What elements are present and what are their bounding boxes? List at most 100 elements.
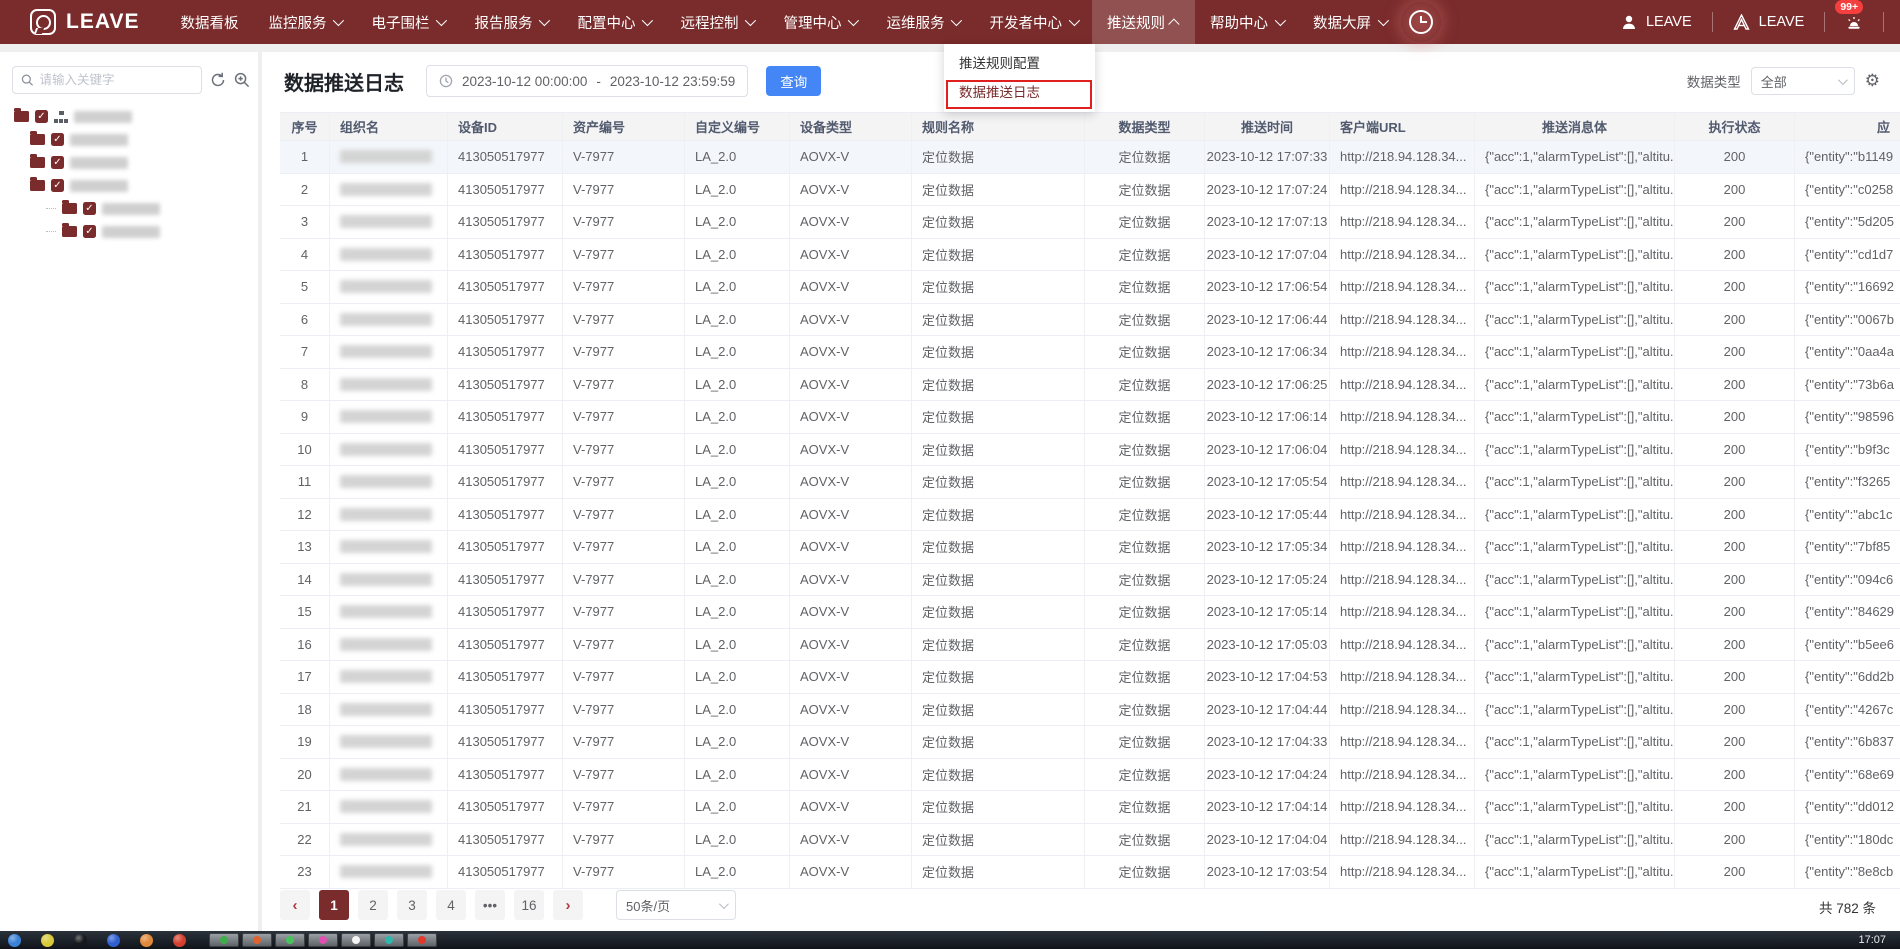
- cell-exec-status: 200: [1675, 694, 1795, 726]
- tree-checkbox-checked[interactable]: ✓: [83, 202, 96, 215]
- taskbar-app-blue-window[interactable]: [107, 934, 120, 947]
- page-button-4[interactable]: 4: [436, 890, 466, 920]
- date-range-picker[interactable]: 2023-10-12 00:00:00 - 2023-10-12 23:59:5…: [426, 65, 748, 97]
- table-row[interactable]: 10413050517977V-7977LA_2.0AOVX-V定位数据定位数据…: [280, 434, 1900, 467]
- table-row[interactable]: 19413050517977V-7977LA_2.0AOVX-V定位数据定位数据…: [280, 726, 1900, 759]
- taskbar-app-black[interactable]: [74, 934, 87, 947]
- table-row[interactable]: 7413050517977V-7977LA_2.0AOVX-V定位数据定位数据2…: [280, 336, 1900, 369]
- nav-item-3[interactable]: 电子围栏: [356, 0, 459, 44]
- taskbar-window-pink-blue[interactable]: [308, 933, 338, 947]
- tree-checkbox-checked[interactable]: ✓: [51, 156, 64, 169]
- tree-node-4[interactable]: ✓: [0, 175, 258, 196]
- data-type-select[interactable]: 全部: [1751, 67, 1855, 95]
- app-logo[interactable]: LEAVE: [0, 9, 165, 35]
- cell-device-id: 413050517977: [448, 401, 563, 433]
- table-row[interactable]: 1413050517977V-7977LA_2.0AOVX-V定位数据定位数据2…: [280, 141, 1900, 174]
- page-size-select[interactable]: 50条/页: [616, 890, 736, 920]
- next-page-button[interactable]: ›: [553, 890, 583, 920]
- table-row[interactable]: 13413050517977V-7977LA_2.0AOVX-V定位数据定位数据…: [280, 531, 1900, 564]
- nav-item-9[interactable]: 开发者中心: [974, 0, 1092, 44]
- table-row[interactable]: 12413050517977V-7977LA_2.0AOVX-V定位数据定位数据…: [280, 499, 1900, 532]
- taskbar-window-color-waves[interactable]: [242, 933, 272, 947]
- dropdown-item-2[interactable]: 数据推送日志: [944, 78, 1095, 107]
- table-row[interactable]: 9413050517977V-7977LA_2.0AOVX-V定位数据定位数据2…: [280, 401, 1900, 434]
- table-row[interactable]: 8413050517977V-7977LA_2.0AOVX-V定位数据定位数据2…: [280, 369, 1900, 402]
- tree-checkbox-checked[interactable]: ✓: [35, 110, 48, 123]
- table-row[interactable]: 22413050517977V-7977LA_2.0AOVX-V定位数据定位数据…: [280, 824, 1900, 857]
- table-row[interactable]: 4413050517977V-7977LA_2.0AOVX-V定位数据定位数据2…: [280, 239, 1900, 272]
- user-menu[interactable]: LEAVE: [1601, 12, 1712, 32]
- tree-search-input[interactable]: [40, 73, 194, 87]
- taskbar-window-teal[interactable]: [374, 933, 404, 947]
- page-button-3[interactable]: 3: [397, 890, 427, 920]
- tree-node-1[interactable]: ✓: [0, 106, 258, 127]
- dropdown-item-1[interactable]: 推送规则配置: [944, 49, 1095, 78]
- table-row[interactable]: 11413050517977V-7977LA_2.0AOVX-V定位数据定位数据…: [280, 466, 1900, 499]
- tree-node-6[interactable]: ✓: [0, 221, 258, 242]
- cell-rule-name: 定位数据: [912, 824, 1085, 856]
- taskbar-window-white-dot[interactable]: [341, 933, 371, 947]
- history-button[interactable]: [1401, 2, 1441, 42]
- taskbar-window-green-arrow[interactable]: [209, 933, 239, 947]
- taskbar-window-green-dot[interactable]: [275, 933, 305, 947]
- tree-node-3[interactable]: ✓: [0, 152, 258, 173]
- tree-checkbox-checked[interactable]: ✓: [51, 179, 64, 192]
- zoom-in-icon[interactable]: [234, 72, 250, 88]
- tree-checkbox-checked[interactable]: ✓: [83, 225, 96, 238]
- org-menu[interactable]: LEAVE: [1712, 12, 1825, 32]
- page-button-1[interactable]: 1: [319, 890, 349, 920]
- tree-node-5[interactable]: ✓: [0, 198, 258, 219]
- table-row[interactable]: 15413050517977V-7977LA_2.0AOVX-V定位数据定位数据…: [280, 596, 1900, 629]
- alarm-menu[interactable]: 99+: [1824, 12, 1883, 32]
- table-row[interactable]: 20413050517977V-7977LA_2.0AOVX-V定位数据定位数据…: [280, 759, 1900, 792]
- taskbar-window-red-dot[interactable]: [407, 933, 437, 947]
- table-row[interactable]: 6413050517977V-7977LA_2.0AOVX-V定位数据定位数据2…: [280, 304, 1900, 337]
- tree-search-box[interactable]: [12, 66, 202, 94]
- page-ellipsis[interactable]: •••: [475, 890, 505, 920]
- nav-item-5[interactable]: 配置中心: [562, 0, 665, 44]
- page-button-16[interactable]: 16: [514, 890, 544, 920]
- table-row[interactable]: 21413050517977V-7977LA_2.0AOVX-V定位数据定位数据…: [280, 791, 1900, 824]
- prev-page-button[interactable]: ‹: [280, 890, 310, 920]
- nav-item-4[interactable]: 报告服务: [459, 0, 562, 44]
- table-row[interactable]: 18413050517977V-7977LA_2.0AOVX-V定位数据定位数据…: [280, 694, 1900, 727]
- language-menu[interactable]: [1883, 12, 1900, 32]
- cell-device-id: 413050517977: [448, 726, 563, 758]
- table-row[interactable]: 17413050517977V-7977LA_2.0AOVX-V定位数据定位数据…: [280, 661, 1900, 694]
- data-type-filter-label: 数据类型: [1687, 71, 1741, 91]
- nav-item-1[interactable]: 数据看板: [165, 0, 253, 44]
- cell-rule-name: 定位数据: [912, 856, 1085, 888]
- cell-seq: 1: [280, 141, 330, 173]
- nav-item-10[interactable]: 推送规则: [1092, 0, 1195, 44]
- taskbar-app-start[interactable]: [8, 934, 21, 947]
- cell-client-url: http://218.94.128.34...: [1330, 596, 1475, 628]
- cell-rule-name: 定位数据: [912, 726, 1085, 758]
- nav-item-7[interactable]: 管理中心: [768, 0, 871, 44]
- nav-item-2[interactable]: 监控服务: [253, 0, 356, 44]
- tree-checkbox-checked[interactable]: ✓: [51, 133, 64, 146]
- taskbar-app-red[interactable]: [173, 934, 186, 947]
- cell-client-url: http://218.94.128.34...: [1330, 401, 1475, 433]
- taskbar-app-yellow[interactable]: [41, 934, 54, 947]
- taskbar-app-orange[interactable]: [140, 934, 153, 947]
- cell-push-msg: {"acc":1,"alarmTypeList":[],"altitu...: [1475, 824, 1675, 856]
- nav-item-6[interactable]: 远程控制: [665, 0, 768, 44]
- table-row[interactable]: 16413050517977V-7977LA_2.0AOVX-V定位数据定位数据…: [280, 629, 1900, 662]
- table-row[interactable]: 14413050517977V-7977LA_2.0AOVX-V定位数据定位数据…: [280, 564, 1900, 597]
- nav-item-11[interactable]: 帮助中心: [1195, 0, 1298, 44]
- cell-asset-no: V-7977: [563, 369, 685, 401]
- page-button-2[interactable]: 2: [358, 890, 388, 920]
- nav-item-8[interactable]: 运维服务: [871, 0, 974, 44]
- table-row[interactable]: 5413050517977V-7977LA_2.0AOVX-V定位数据定位数据2…: [280, 271, 1900, 304]
- table-row[interactable]: 23413050517977V-7977LA_2.0AOVX-V定位数据定位数据…: [280, 856, 1900, 889]
- query-button[interactable]: 查询: [766, 66, 821, 96]
- settings-gear-icon[interactable]: ⚙: [1865, 71, 1880, 91]
- nav-item-12[interactable]: 数据大屏: [1298, 0, 1401, 44]
- table-row[interactable]: 2413050517977V-7977LA_2.0AOVX-V定位数据定位数据2…: [280, 174, 1900, 207]
- logo-text: LEAVE: [66, 10, 139, 34]
- cell-org-name: [330, 499, 448, 531]
- tree-node-2[interactable]: ✓: [0, 129, 258, 150]
- table-row[interactable]: 3413050517977V-7977LA_2.0AOVX-V定位数据定位数据2…: [280, 206, 1900, 239]
- refresh-icon[interactable]: [210, 72, 226, 88]
- cell-custom-no: LA_2.0: [685, 401, 790, 433]
